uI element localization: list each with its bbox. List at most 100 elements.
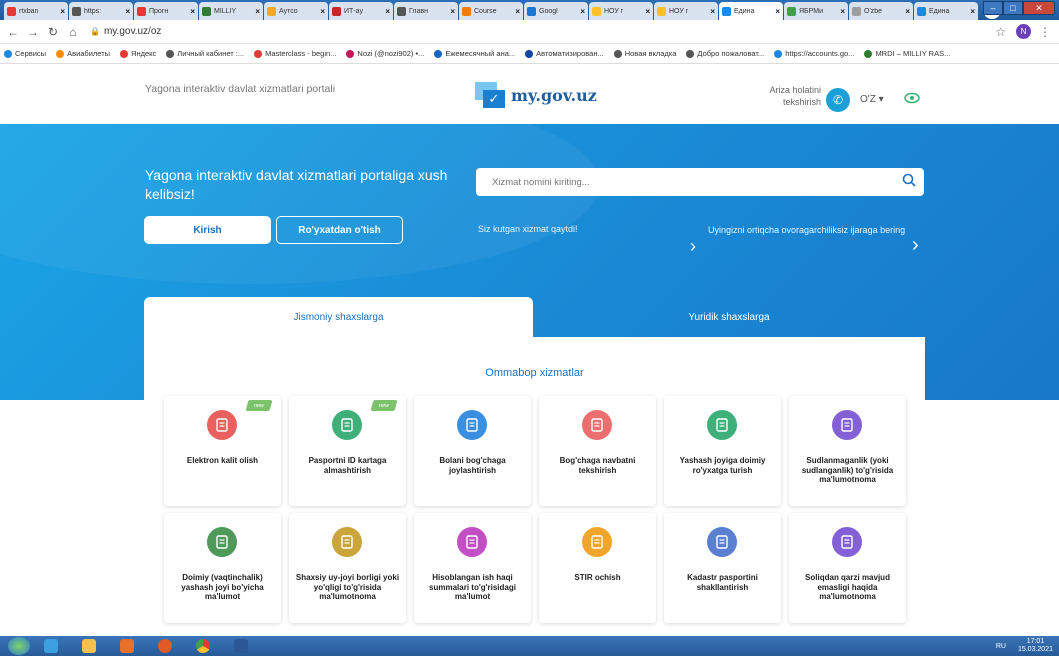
bookmark-item[interactable]: Nozi (@nozi902) •... xyxy=(346,49,424,58)
browser-tab[interactable]: НОУ г × xyxy=(654,2,718,20)
bookmark-item[interactable]: Ежемесячный ана... xyxy=(434,49,515,58)
site-logo[interactable]: ✓ my.gov.uz xyxy=(475,82,597,108)
bookmark-item[interactable]: Авиабилеты xyxy=(56,49,110,58)
browser-tab[interactable]: rtxban × xyxy=(4,2,68,20)
language-selector[interactable]: O'Z ▾ xyxy=(860,94,884,105)
eye-icon[interactable] xyxy=(903,91,921,105)
service-label: Hisoblangan ish haqi summalari to'g'risi… xyxy=(429,573,516,601)
phone-icon[interactable]: ✆ xyxy=(826,88,850,112)
bookmark-item[interactable]: Добро пожаловат... xyxy=(686,49,764,58)
tab-close-icon[interactable]: × xyxy=(515,7,520,16)
close-window-button[interactable]: ✕ xyxy=(1023,1,1055,15)
bookmark-item[interactable]: MRDI – MILLIY RAS... xyxy=(864,49,950,58)
browser-tab[interactable]: Course × xyxy=(459,2,523,20)
tray-clock[interactable]: 17:01 15.03.2021 xyxy=(1018,638,1053,654)
chevron-right-icon[interactable]: › xyxy=(690,236,696,257)
service-card[interactable]: Doimiy (vaqtinchalik) yashash joyi bo'yi… xyxy=(164,513,281,623)
tab-close-icon[interactable]: × xyxy=(970,7,975,16)
reload-icon[interactable]: ↻ xyxy=(46,25,60,39)
browser-tab[interactable]: Едина × xyxy=(719,2,783,20)
start-button[interactable] xyxy=(8,637,30,655)
promo-rent[interactable]: Uyingizni ortiqcha ovoragarchiliksiz ija… xyxy=(708,224,908,236)
tray-language[interactable]: RU xyxy=(996,643,1006,650)
tab-title: Главн xyxy=(409,7,428,15)
tab-legal-entities[interactable]: Yuridik shaxslarga xyxy=(533,297,925,337)
promo-service-returned[interactable]: Siz kutgan xizmat qaytdi! xyxy=(478,224,578,234)
service-card[interactable]: Bog'chaga navbatni tekshirish xyxy=(539,396,656,506)
url-text: my.gov.uz/oz xyxy=(103,26,162,37)
bookmark-item[interactable]: Яндекс xyxy=(120,49,156,58)
bookmark-item[interactable]: Сервисы xyxy=(4,49,46,58)
minimize-button[interactable]: – xyxy=(983,1,1003,15)
forward-icon[interactable]: → xyxy=(26,25,40,39)
tab-close-icon[interactable]: × xyxy=(645,7,650,16)
bookmark-label: Nozi (@nozi902) •... xyxy=(357,49,425,58)
tab-close-icon[interactable]: × xyxy=(255,7,260,16)
taskbar-chrome-icon[interactable] xyxy=(186,637,220,655)
service-card[interactable]: STIR ochish xyxy=(539,513,656,623)
browser-tab[interactable]: Едина × xyxy=(914,2,978,20)
browser-tab[interactable]: ИТ-ау × xyxy=(329,2,393,20)
chevron-right-icon[interactable]: › xyxy=(912,234,919,257)
tab-close-icon[interactable]: × xyxy=(775,7,780,16)
service-card[interactable]: Soliqdan qarzi mavjud emasligi haqida ma… xyxy=(789,513,906,623)
service-card[interactable]: Yashash joyiga doimiy ro'yxatga turish xyxy=(664,396,781,506)
maximize-button[interactable]: □ xyxy=(1003,1,1023,15)
taskbar-media-icon[interactable] xyxy=(110,637,144,655)
tab-close-icon[interactable]: × xyxy=(60,7,65,16)
taskbar-firefox-icon[interactable] xyxy=(148,637,182,655)
tab-close-icon[interactable]: × xyxy=(385,7,390,16)
taskbar-ie-icon[interactable] xyxy=(34,637,68,655)
tab-close-icon[interactable]: × xyxy=(580,7,585,16)
application-status-link[interactable]: Ariza holatini tekshirish xyxy=(735,84,821,108)
login-button[interactable]: Kirish xyxy=(144,216,271,244)
browser-tab[interactable]: Googl × xyxy=(524,2,588,20)
url-field[interactable]: 🔒 my.gov.uz/oz xyxy=(90,26,161,37)
browser-tab[interactable]: НОУ г × xyxy=(589,2,653,20)
service-card[interactable]: Hisoblangan ish haqi summalari to'g'risi… xyxy=(414,513,531,623)
bookmark-item[interactable]: Личный кабинет :... xyxy=(166,49,244,58)
tab-close-icon[interactable]: × xyxy=(840,7,845,16)
address-icon xyxy=(207,527,237,557)
service-card[interactable]: Bolani bog'chaga joylashtirish xyxy=(414,396,531,506)
back-icon[interactable]: ← xyxy=(6,25,20,39)
taskbar-word-icon[interactable] xyxy=(224,637,258,655)
bookmark-item[interactable]: Новая вкладка xyxy=(613,49,676,58)
bookmark-item[interactable]: https://accounts.go... xyxy=(774,49,854,58)
tax-debt-icon xyxy=(832,527,862,557)
bookmark-item[interactable]: Автоматизирован... xyxy=(525,49,604,58)
browser-tab[interactable]: MILLIY × xyxy=(199,2,263,20)
browser-tab[interactable]: https: × xyxy=(69,2,133,20)
bookmark-star-icon[interactable]: ☆ xyxy=(995,25,1006,39)
service-card[interactable]: Sudlanmaganlik (yoki sudlanganlik) to'g'… xyxy=(789,396,906,506)
service-label: Shaxsiy uy-joyi borligi yoki yo'qligi to… xyxy=(295,573,400,601)
tab-close-icon[interactable]: × xyxy=(125,7,130,16)
browser-tab[interactable]: Прогн × xyxy=(134,2,198,20)
tab-favicon-icon xyxy=(722,6,731,16)
browser-tab[interactable]: ЯБРМи × xyxy=(784,2,848,20)
search-input[interactable] xyxy=(492,176,892,188)
bookmark-item[interactable]: Masterclass - begin... xyxy=(254,49,336,58)
home-icon[interactable]: ⌂ xyxy=(66,25,80,39)
service-card[interactable]: Shaxsiy uy-joyi borligi yoki yo'qligi to… xyxy=(289,513,406,623)
tab-individuals[interactable]: Jismoniy shaxslarga xyxy=(144,297,533,337)
search-icon[interactable] xyxy=(902,173,916,187)
tab-close-icon[interactable]: × xyxy=(450,7,455,16)
menu-icon[interactable]: ⋮ xyxy=(1039,25,1051,39)
taskbar-folder-icon[interactable] xyxy=(72,637,106,655)
bookmark-favicon-icon xyxy=(613,49,622,58)
service-label: Pasportni ID kartaga almashtirish xyxy=(308,456,387,475)
browser-tab[interactable]: Аутсо × xyxy=(264,2,328,20)
tab-close-icon[interactable]: × xyxy=(320,7,325,16)
tab-favicon-icon xyxy=(332,6,341,16)
service-card[interactable]: Kadastr pasportini shakllantirish xyxy=(664,513,781,623)
service-card[interactable]: new Pasportni ID kartaga almashtirish xyxy=(289,396,406,506)
tab-close-icon[interactable]: × xyxy=(905,7,910,16)
browser-tab[interactable]: Главн × xyxy=(394,2,458,20)
tab-close-icon[interactable]: × xyxy=(710,7,715,16)
tab-close-icon[interactable]: × xyxy=(190,7,195,16)
profile-avatar[interactable]: N xyxy=(1016,24,1031,39)
browser-tab[interactable]: O'zbe × xyxy=(849,2,913,20)
service-card[interactable]: new Elektron kalit olish xyxy=(164,396,281,506)
register-button[interactable]: Ro'yxatdan o'tish xyxy=(276,216,403,244)
